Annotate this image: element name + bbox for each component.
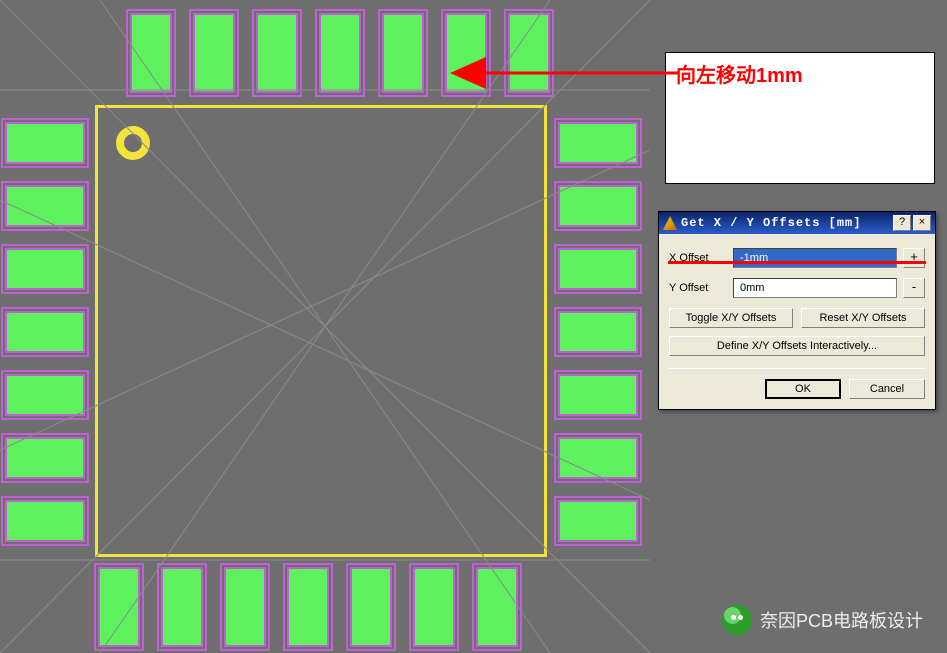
pad-top[interactable] xyxy=(193,13,235,93)
pad-top[interactable] xyxy=(130,13,172,93)
pad-top[interactable] xyxy=(508,13,550,93)
dialog-title-text: Get X / Y Offsets [mm] xyxy=(681,216,893,230)
close-button[interactable]: × xyxy=(913,215,931,231)
pad-right[interactable] xyxy=(558,248,638,290)
pad-left[interactable] xyxy=(5,122,85,164)
annotation-text: 向左移动1mm xyxy=(676,65,803,87)
highlight-underline xyxy=(668,261,926,264)
reset-offsets-button[interactable]: Reset X/Y Offsets xyxy=(801,308,925,328)
offsets-dialog: Get X / Y Offsets [mm] ? × X Offset + Y … xyxy=(658,211,936,410)
pad-bottom[interactable] xyxy=(287,567,329,647)
pad-top[interactable] xyxy=(319,13,361,93)
cancel-button[interactable]: Cancel xyxy=(849,379,925,399)
watermark: 奈因PCB电路板设计 xyxy=(722,605,923,635)
pad-top[interactable] xyxy=(382,13,424,93)
pad-right[interactable] xyxy=(558,437,638,479)
pad-right[interactable] xyxy=(558,311,638,353)
pad-left[interactable] xyxy=(5,374,85,416)
pad-top[interactable] xyxy=(445,13,487,93)
x-sign-toggle-button[interactable]: + xyxy=(903,248,925,268)
watermark-text: 奈因PCB电路板设计 xyxy=(760,607,923,633)
pad-bottom[interactable] xyxy=(224,567,266,647)
wechat-icon xyxy=(722,605,752,635)
pad-left[interactable] xyxy=(5,437,85,479)
pad-left[interactable] xyxy=(5,185,85,227)
define-interactively-button[interactable]: Define X/Y Offsets Interactively... xyxy=(669,336,925,356)
y-sign-toggle-button[interactable]: - xyxy=(903,278,925,298)
y-offset-input[interactable] xyxy=(733,278,897,298)
pad-left[interactable] xyxy=(5,311,85,353)
pad-top[interactable] xyxy=(256,13,298,93)
separator xyxy=(669,368,925,369)
pad-right[interactable] xyxy=(558,185,638,227)
pad-right[interactable] xyxy=(558,122,638,164)
pad-right[interactable] xyxy=(558,500,638,542)
pad-left[interactable] xyxy=(5,248,85,290)
annotation-box: 向左移动1mm xyxy=(665,52,935,184)
x-offset-input[interactable] xyxy=(733,248,897,268)
app-icon xyxy=(663,216,677,230)
pad-bottom[interactable] xyxy=(161,567,203,647)
pad-left[interactable] xyxy=(5,500,85,542)
pin1-marker-icon xyxy=(116,126,150,160)
pad-bottom[interactable] xyxy=(350,567,392,647)
y-offset-label: Y Offset xyxy=(669,282,727,294)
chip-outline xyxy=(95,105,547,557)
help-button[interactable]: ? xyxy=(893,215,911,231)
pad-bottom[interactable] xyxy=(98,567,140,647)
dialog-titlebar[interactable]: Get X / Y Offsets [mm] ? × xyxy=(659,212,935,234)
ok-button[interactable]: OK xyxy=(765,379,841,399)
pcb-canvas[interactable] xyxy=(0,0,650,653)
toggle-offsets-button[interactable]: Toggle X/Y Offsets xyxy=(669,308,793,328)
pad-right[interactable] xyxy=(558,374,638,416)
pad-bottom[interactable] xyxy=(413,567,455,647)
pad-bottom[interactable] xyxy=(476,567,518,647)
